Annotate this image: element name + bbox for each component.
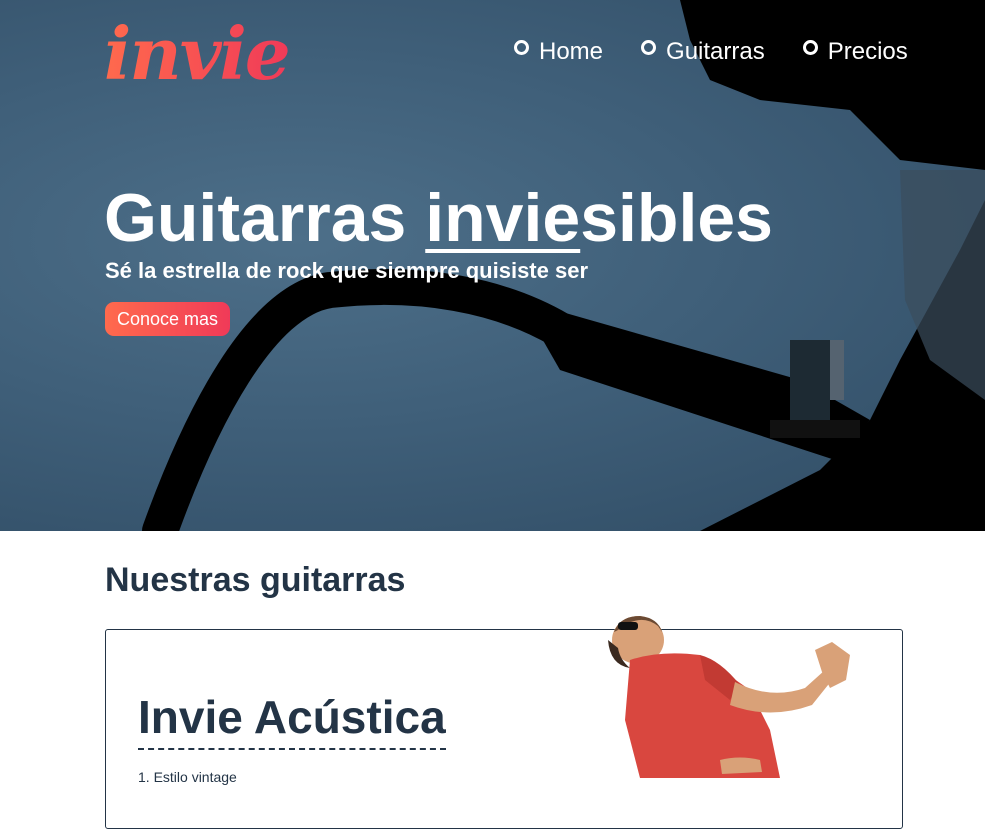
section-title: Nuestras guitarras xyxy=(105,561,406,599)
hero-subtitle: Sé la estrella de rock que siempre quisi… xyxy=(105,258,589,283)
bullet-icon xyxy=(641,40,657,55)
hero-title-underlined: invie xyxy=(425,180,581,256)
hero-banner: invie Home Guitarras Precios Guitarras i… xyxy=(0,0,985,531)
bullet-icon xyxy=(802,40,818,55)
nav-guitarras-label: Guitarras xyxy=(666,38,765,65)
conoce-mas-button[interactable]: Conoce mas xyxy=(105,302,231,336)
rocker-person-image xyxy=(608,616,850,778)
main-nav: Home Guitarras Precios xyxy=(514,38,908,66)
hero-title-end: sibles xyxy=(580,180,773,256)
guitar-feature-list: 1. Estilo vintage xyxy=(138,769,237,785)
nav-guitarras[interactable]: Guitarras xyxy=(641,38,765,66)
nav-precios-label: Precios xyxy=(827,38,908,65)
nav-precios[interactable]: Precios xyxy=(802,38,908,66)
guitar-card-title: Invie Acústica xyxy=(138,690,446,750)
nav-home[interactable]: Home xyxy=(514,38,603,66)
bullet-icon xyxy=(514,40,529,55)
hero-title-start: Guitarras xyxy=(104,180,426,256)
nav-home-label: Home xyxy=(539,38,604,65)
hero-title: Guitarras inviesibles xyxy=(104,178,773,258)
invie-logo[interactable]: invie xyxy=(104,14,291,94)
